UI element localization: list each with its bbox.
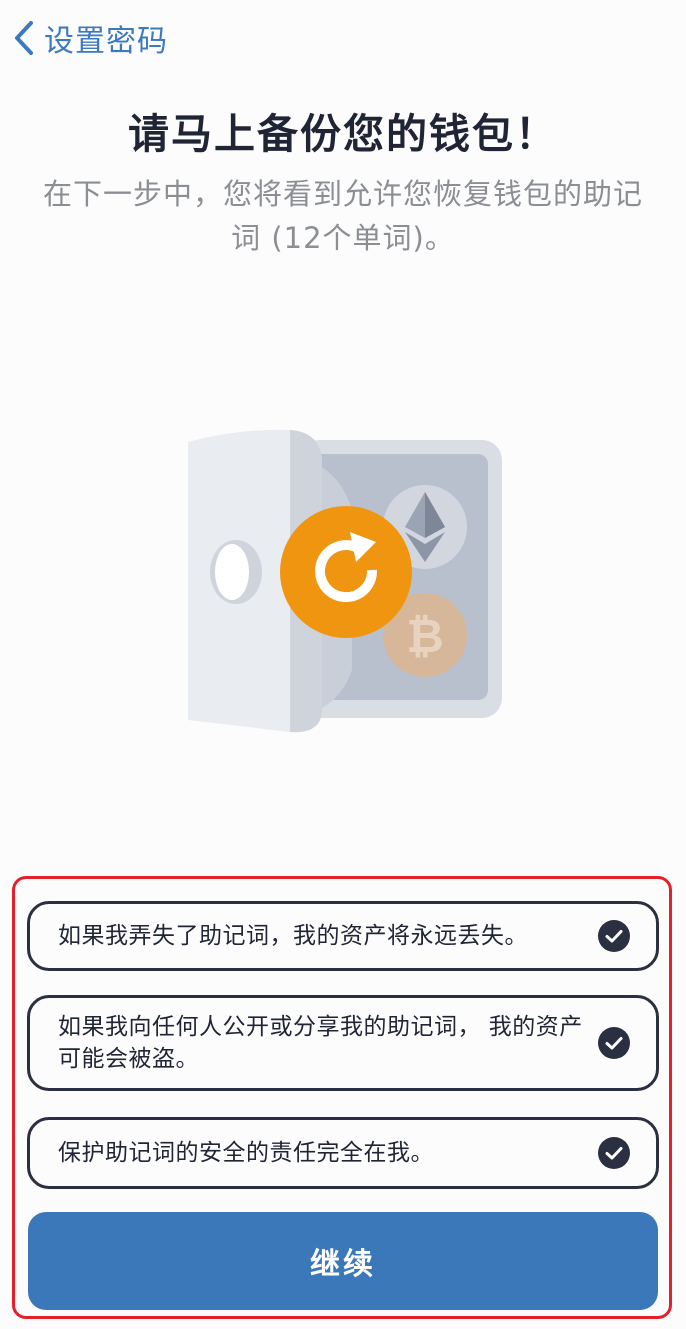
checklist-item-text: 如果我弄失了助记词，我的资产将永远丢失。 (58, 923, 528, 949)
checklist-item-loss[interactable]: 如果我弄失了助记词，我的资产将永远丢失。 (27, 901, 659, 971)
checklist-item-theft[interactable]: 如果我向任何人公开或分享我的助记词， 我的资产可能会被盗。 (27, 995, 659, 1091)
checkmark-icon (598, 1027, 630, 1059)
checklist-item-text: 如果我向任何人公开或分享我的助记词， 我的资产可能会被盗。 (58, 1014, 583, 1072)
checklist-item-text: 保护助记词的安全的责任完全在我。 (58, 1140, 434, 1166)
back-label: 设置密码 (44, 24, 168, 59)
checkmark-icon (598, 1137, 630, 1169)
checklist-item-responsibility[interactable]: 保护助记词的安全的责任完全在我。 (27, 1117, 659, 1189)
page-subtitle: 在下一步中，您将看到允许您恢复钱包的助记词 (12个单词)。 (42, 177, 643, 255)
safe-illustration: ₿ (180, 420, 510, 740)
continue-button[interactable]: 继续 (28, 1212, 658, 1310)
back-button[interactable]: 设置密码 (10, 14, 168, 62)
safe-icon: ₿ (188, 429, 502, 733)
svg-text:₿: ₿ (406, 609, 444, 663)
refresh-icon (280, 506, 412, 638)
checkmark-icon (598, 920, 630, 952)
page-title: 请马上备份您的钱包！ (128, 110, 558, 158)
nav-bar: 设置密码 (0, 0, 686, 78)
chevron-left-icon (10, 18, 36, 58)
